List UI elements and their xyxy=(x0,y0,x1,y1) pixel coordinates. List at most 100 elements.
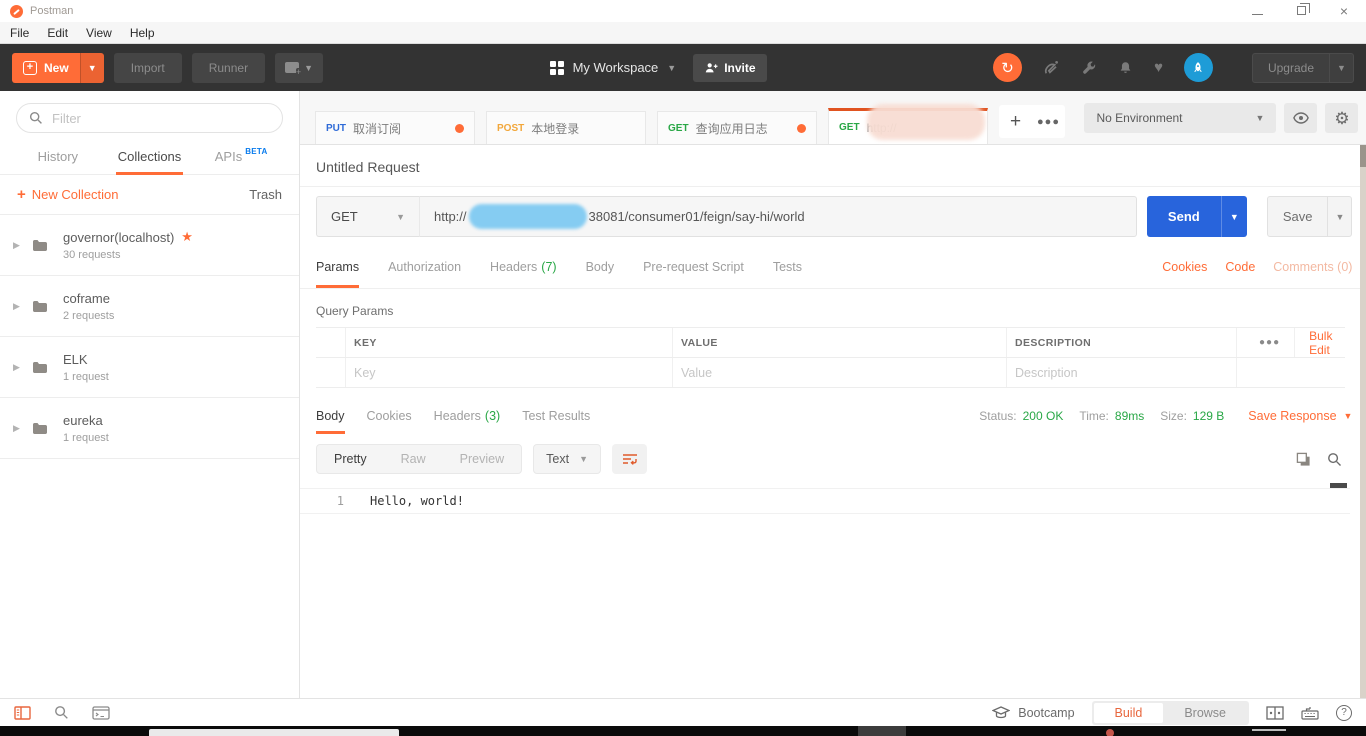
find-icon[interactable] xyxy=(54,705,69,720)
tab-options-button[interactable]: ●●● xyxy=(1032,116,1065,128)
request-tab-4-active[interactable]: GET http:// xyxy=(828,108,988,144)
tab-authorization[interactable]: Authorization xyxy=(388,245,461,288)
request-tab-3[interactable]: GET 查询应用日志 xyxy=(657,111,817,144)
param-key-input[interactable] xyxy=(354,366,664,380)
sync-icon[interactable]: ↻ xyxy=(993,53,1022,82)
bell-icon[interactable] xyxy=(1118,60,1133,76)
request-tab-1[interactable]: PUT 取消订阅 xyxy=(315,111,475,144)
response-body-editor[interactable]: 1 Hello, world! xyxy=(300,488,1366,514)
titlebar: Postman × xyxy=(0,0,1366,22)
param-description-input[interactable] xyxy=(1015,366,1228,380)
collection-name: coframe xyxy=(63,291,110,306)
menu-view[interactable]: View xyxy=(77,26,121,40)
menu-help[interactable]: Help xyxy=(121,26,164,40)
send-button[interactable]: Send ▼ xyxy=(1147,196,1247,237)
filter-search-box[interactable] xyxy=(16,103,283,133)
collection-row-eureka[interactable]: ▶ eureka 1 request xyxy=(0,398,299,459)
vertical-scrollbar[interactable] xyxy=(1360,145,1366,698)
more-options-icon[interactable]: ●●● xyxy=(1245,337,1294,348)
view-pretty[interactable]: Pretty xyxy=(317,452,384,466)
view-raw[interactable]: Raw xyxy=(384,452,443,466)
two-pane-icon[interactable] xyxy=(1266,706,1284,720)
collection-row-coframe[interactable]: ▶ coframe 2 requests xyxy=(0,276,299,337)
copy-icon[interactable] xyxy=(1296,452,1311,467)
comments-link[interactable]: Comments (0) xyxy=(1273,260,1352,274)
bootcamp-button[interactable]: Bootcamp xyxy=(992,706,1074,720)
method-selector[interactable]: GET ▼ xyxy=(316,196,420,237)
tab-response-headers[interactable]: Headers (3) xyxy=(434,398,501,434)
view-preview[interactable]: Preview xyxy=(443,452,521,466)
save-button[interactable]: Save ▼ xyxy=(1267,196,1353,237)
runner-button[interactable]: Runner xyxy=(192,53,265,83)
tab-response-body[interactable]: Body xyxy=(316,398,345,434)
tab-headers-label: Headers xyxy=(490,260,537,274)
url-input[interactable]: http:// 38081/consumer01/feign/say-hi/wo… xyxy=(420,196,1137,237)
tab-history[interactable]: History xyxy=(12,139,104,174)
expand-chevron-icon[interactable]: ▶ xyxy=(13,301,23,312)
build-tab[interactable]: Build xyxy=(1094,703,1164,723)
collection-name: ELK xyxy=(63,352,88,367)
new-button[interactable]: + New ▼ xyxy=(12,53,104,83)
tab-response-cookies[interactable]: Cookies xyxy=(367,398,412,434)
browse-tab[interactable]: Browse xyxy=(1163,703,1247,723)
tab-tests[interactable]: Tests xyxy=(773,245,802,288)
sidebar-toggle-icon[interactable] xyxy=(14,706,31,720)
add-tab-button[interactable]: + xyxy=(999,111,1032,133)
rocket-icon[interactable] xyxy=(1184,53,1213,82)
collection-row-governor[interactable]: ▶ governor(localhost)★ 30 requests xyxy=(0,215,299,276)
collection-count: 30 requests xyxy=(63,249,193,261)
tab-body[interactable]: Body xyxy=(586,245,615,288)
url-prefix: http:// xyxy=(434,209,467,224)
workspace-chevron-icon[interactable]: ▼ xyxy=(667,63,676,73)
editor-scrollbar[interactable] xyxy=(1330,483,1347,488)
tab-test-results[interactable]: Test Results xyxy=(522,398,590,434)
collection-row-elk[interactable]: ▶ ELK 1 request xyxy=(0,337,299,398)
expand-chevron-icon[interactable]: ▶ xyxy=(13,423,23,434)
search-response-icon[interactable] xyxy=(1327,452,1342,467)
save-dropdown-button[interactable]: ▼ xyxy=(1327,197,1351,236)
tab-params[interactable]: Params xyxy=(316,245,359,288)
invite-button[interactable]: Invite xyxy=(693,54,766,82)
code-link[interactable]: Code xyxy=(1225,260,1255,274)
console-icon[interactable] xyxy=(92,706,110,720)
expand-chevron-icon[interactable]: ▶ xyxy=(13,362,23,373)
tab-headers[interactable]: Headers (7) xyxy=(490,245,557,288)
bootcamp-label: Bootcamp xyxy=(1018,706,1074,720)
shortcuts-keyboard-icon[interactable] xyxy=(1301,706,1319,720)
new-dropdown-button[interactable]: ▼ xyxy=(80,53,104,83)
cookies-link[interactable]: Cookies xyxy=(1162,260,1207,274)
scrollbar-thumb[interactable] xyxy=(1360,145,1366,167)
minimize-button[interactable] xyxy=(1252,2,1263,20)
expand-chevron-icon[interactable]: ▶ xyxy=(13,240,23,251)
wrap-lines-button[interactable] xyxy=(612,444,647,474)
format-selector[interactable]: Text ▼ xyxy=(533,444,601,474)
menu-edit[interactable]: Edit xyxy=(38,26,77,40)
help-icon[interactable]: ? xyxy=(1336,705,1352,721)
request-tab-2[interactable]: POST 本地登录 xyxy=(486,111,646,144)
upgrade-button[interactable]: Upgrade ▼ xyxy=(1252,53,1354,83)
tab-apis[interactable]: APIs BETA xyxy=(195,139,287,174)
param-value-input[interactable] xyxy=(681,366,998,380)
trash-button[interactable]: Trash xyxy=(249,187,282,202)
satellite-icon[interactable] xyxy=(1043,59,1060,76)
save-response-button[interactable]: Save Response ▼ xyxy=(1248,409,1352,423)
close-button[interactable]: × xyxy=(1340,4,1348,18)
heart-icon[interactable]: ♥ xyxy=(1154,59,1163,76)
bulk-edit-link[interactable]: Bulk Edit xyxy=(1294,328,1345,357)
filter-input[interactable] xyxy=(52,111,270,126)
restore-button[interactable] xyxy=(1297,2,1306,20)
upgrade-chevron-icon[interactable]: ▼ xyxy=(1329,54,1353,82)
settings-button[interactable]: ⚙ xyxy=(1325,103,1358,133)
tab-collections[interactable]: Collections xyxy=(104,139,196,174)
workspace-selector[interactable]: My Workspace xyxy=(573,60,659,75)
menu-file[interactable]: File xyxy=(0,26,38,40)
wrench-icon[interactable] xyxy=(1081,60,1097,76)
window-controls: × xyxy=(1252,2,1360,20)
send-dropdown-button[interactable]: ▼ xyxy=(1221,196,1247,237)
new-window-button[interactable]: ▼ xyxy=(275,53,323,83)
import-button[interactable]: Import xyxy=(114,53,182,83)
new-collection-button[interactable]: + New Collection xyxy=(17,186,118,203)
environment-preview-button[interactable] xyxy=(1284,103,1317,133)
tab-pre-request-script[interactable]: Pre-request Script xyxy=(643,245,744,288)
environment-selector[interactable]: No Environment ▼ xyxy=(1084,103,1276,133)
